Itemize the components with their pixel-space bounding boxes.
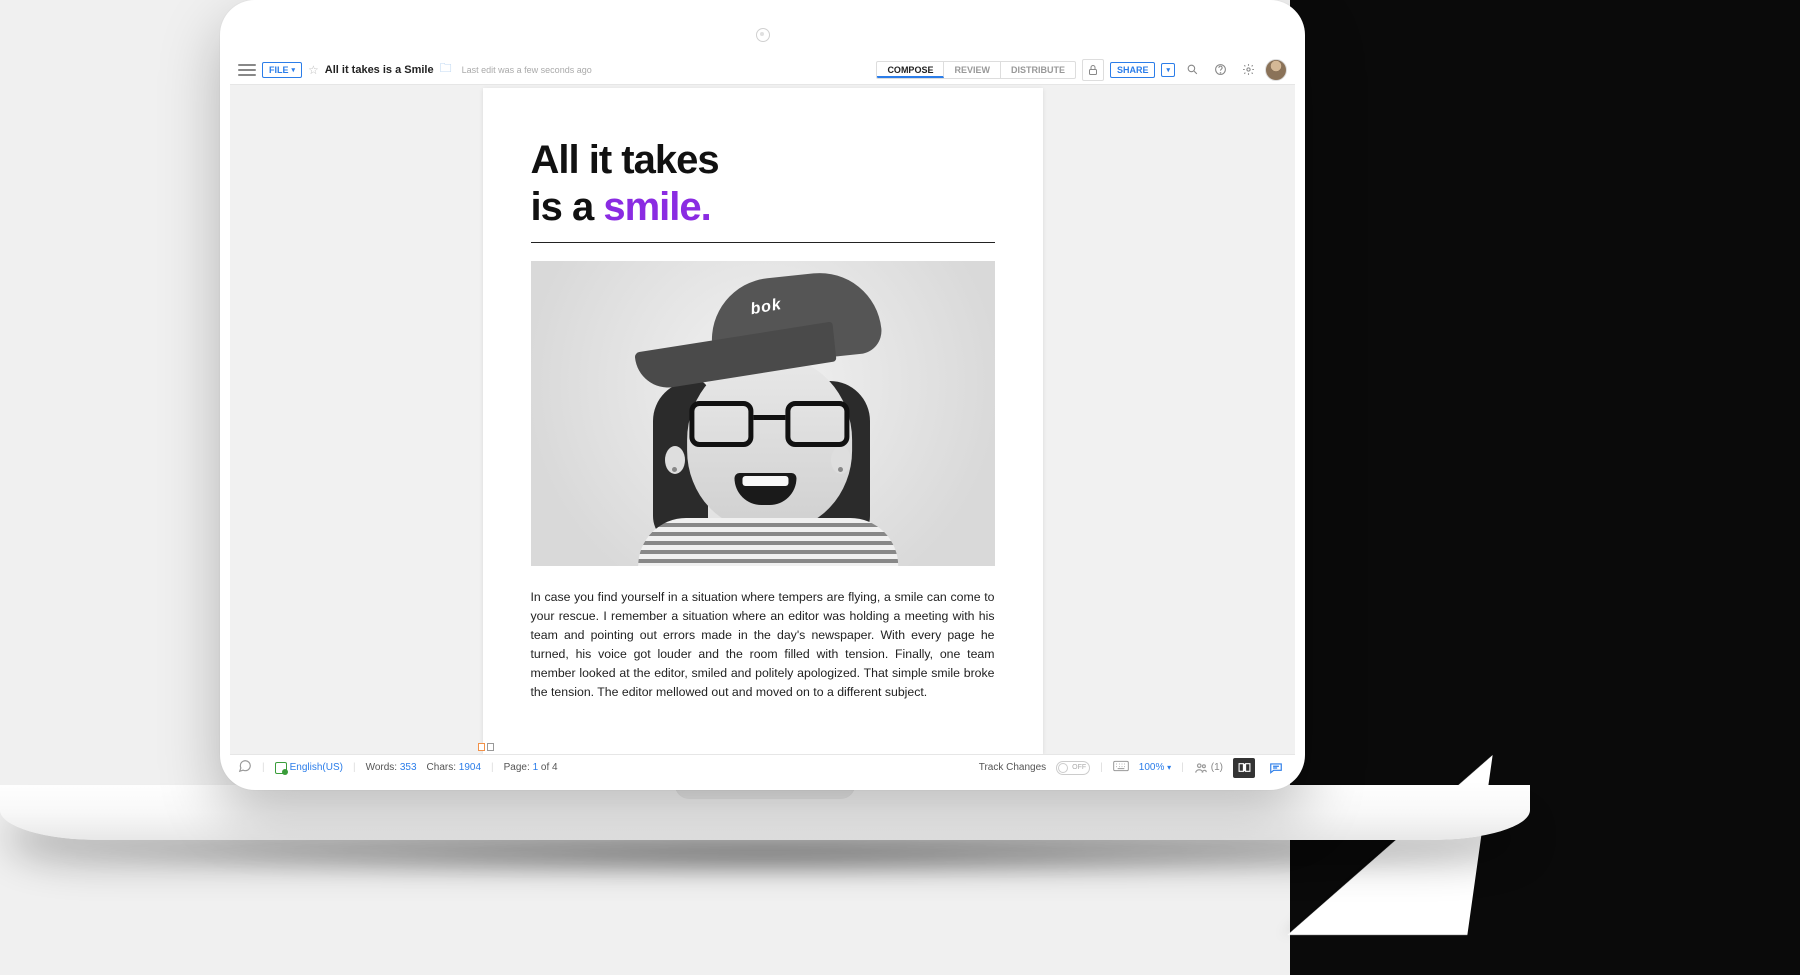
last-edit-text: Last edit was a few seconds ago xyxy=(462,65,592,75)
track-changes-label: Track Changes xyxy=(979,762,1046,773)
tab-compose[interactable]: COMPOSE xyxy=(877,62,944,78)
chevron-down-icon: ▾ xyxy=(1167,763,1171,772)
laptop-frame: FILE ▾ ☆ All it takes is a Smile 🗀 Last … xyxy=(220,0,1305,790)
zoom-control[interactable]: 100% ▾ xyxy=(1139,762,1171,773)
reading-view-icon[interactable] xyxy=(1233,758,1255,778)
file-menu-button[interactable]: FILE ▾ xyxy=(262,62,302,78)
language-selector[interactable]: English(US) xyxy=(275,762,343,774)
body-paragraph[interactable]: In case you find yourself in a situation… xyxy=(531,588,995,702)
page-indicator[interactable]: Page: 1 of 4 xyxy=(504,762,558,773)
folder-icon[interactable]: 🗀 xyxy=(440,59,452,80)
help-icon[interactable] xyxy=(1209,59,1231,81)
avatar[interactable] xyxy=(1265,59,1287,81)
track-changes-toggle[interactable]: OFF xyxy=(1056,761,1090,775)
tab-review[interactable]: REVIEW xyxy=(944,62,1001,78)
chat-icon[interactable] xyxy=(1265,758,1287,778)
lock-icon[interactable] xyxy=(1082,59,1104,81)
heading-line1[interactable]: All it takes xyxy=(531,138,995,183)
tab-distribute[interactable]: DISTRIBUTE xyxy=(1001,62,1075,78)
collaborators-button[interactable]: (1) xyxy=(1194,761,1223,775)
star-icon[interactable]: ☆ xyxy=(308,63,319,77)
language-label: English(US) xyxy=(290,762,343,773)
top-toolbar: FILE ▾ ☆ All it takes is a Smile 🗀 Last … xyxy=(230,55,1295,85)
file-label: FILE xyxy=(269,65,289,75)
document-title[interactable]: All it takes is a Smile xyxy=(325,64,434,76)
app-screen: FILE ▾ ☆ All it takes is a Smile 🗀 Last … xyxy=(230,55,1295,780)
comment-icon[interactable] xyxy=(238,759,252,776)
heading-line2[interactable]: is a smile. xyxy=(531,185,995,230)
status-bar: | English(US) | Words: 353 Chars: 1904 |… xyxy=(230,754,1295,780)
share-button[interactable]: SHARE xyxy=(1110,62,1156,78)
people-icon xyxy=(1194,761,1208,775)
camera-icon xyxy=(756,28,770,42)
share-label: SHARE xyxy=(1117,65,1149,75)
glasses-icon xyxy=(689,401,849,449)
chevron-down-icon: ▾ xyxy=(292,66,296,74)
horizontal-rule xyxy=(531,242,995,243)
document-image[interactable]: bok xyxy=(531,261,995,566)
gear-icon[interactable] xyxy=(1237,59,1259,81)
page-marker-icon[interactable] xyxy=(478,743,494,751)
chevron-down-icon: ▾ xyxy=(1166,66,1170,74)
char-count[interactable]: Chars: 1904 xyxy=(427,762,481,773)
mode-tabs: COMPOSE REVIEW DISTRIBUTE xyxy=(876,61,1076,79)
share-dropdown-button[interactable]: ▾ xyxy=(1161,63,1175,77)
heading-prefix: is a xyxy=(531,185,604,229)
editor-canvas[interactable]: All it takes is a smile. bok xyxy=(230,85,1295,754)
search-icon[interactable] xyxy=(1181,59,1203,81)
spellcheck-icon xyxy=(275,762,287,774)
menu-hamburger-icon[interactable] xyxy=(238,64,256,76)
laptop-base xyxy=(0,785,1530,840)
keyboard-icon[interactable] xyxy=(1113,760,1129,775)
word-count[interactable]: Words: 353 xyxy=(366,762,417,773)
heading-accent: smile. xyxy=(603,185,710,229)
document-page[interactable]: All it takes is a smile. bok xyxy=(483,88,1043,754)
